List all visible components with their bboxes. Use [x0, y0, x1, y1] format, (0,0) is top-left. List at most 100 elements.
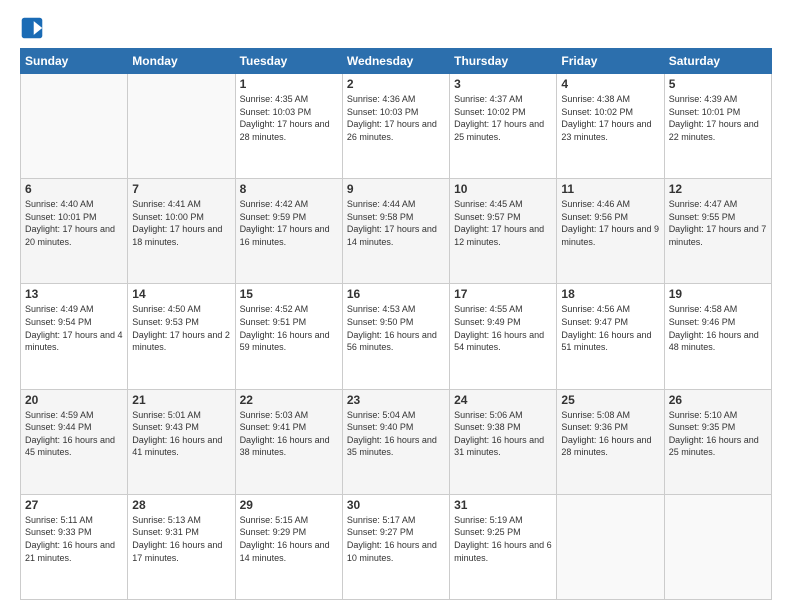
day-number: 20 [25, 393, 123, 407]
cell-info: Sunrise: 4:53 AM Sunset: 9:50 PM Dayligh… [347, 303, 445, 353]
calendar-header-wednesday: Wednesday [342, 49, 449, 74]
calendar-header-tuesday: Tuesday [235, 49, 342, 74]
calendar-cell: 4 Sunrise: 4:38 AM Sunset: 10:02 PM Dayli… [557, 74, 664, 179]
calendar-header-friday: Friday [557, 49, 664, 74]
cell-info: Sunrise: 5:04 AM Sunset: 9:40 PM Dayligh… [347, 409, 445, 459]
cell-info: Sunrise: 5:17 AM Sunset: 9:27 PM Dayligh… [347, 514, 445, 564]
day-number: 14 [132, 287, 230, 301]
calendar-cell: 16 Sunrise: 4:53 AM Sunset: 9:50 PM Dayli… [342, 284, 449, 389]
calendar-header-thursday: Thursday [450, 49, 557, 74]
calendar-cell: 9 Sunrise: 4:44 AM Sunset: 9:58 PM Daylig… [342, 179, 449, 284]
calendar-header-sunday: Sunday [21, 49, 128, 74]
calendar-cell: 17Sunrise: 4:55 AM Sunset: 9:49 PM Dayli… [450, 284, 557, 389]
cell-info: Sunrise: 4:35 AM Sunset: 10:03 PM Daylig… [240, 93, 338, 143]
calendar-cell: 8 Sunrise: 4:42 AM Sunset: 9:59 PM Daylig… [235, 179, 342, 284]
cell-info: Sunrise: 4:46 AM Sunset: 9:56 PM Dayligh… [561, 198, 659, 248]
day-number: 15 [240, 287, 338, 301]
cell-info: Sunrise: 4:41 AM Sunset: 10:00 PM Daylig… [132, 198, 230, 248]
calendar-header-row: SundayMondayTuesdayWednesdayThursdayFrid… [21, 49, 772, 74]
day-number: 19 [669, 287, 767, 301]
cell-info: Sunrise: 4:36 AM Sunset: 10:03 PM Daylig… [347, 93, 445, 143]
day-number: 10 [454, 182, 552, 196]
calendar-cell: 7 Sunrise: 4:41 AM Sunset: 10:00 PM Dayli… [128, 179, 235, 284]
day-number: 8 [240, 182, 338, 196]
calendar-cell: 24 Sunrise: 5:06 AM Sunset: 9:38 PM Dayli… [450, 389, 557, 494]
calendar-cell: 31 Sunrise: 5:19 AM Sunset: 9:25 PM Dayli… [450, 494, 557, 599]
calendar-cell [128, 74, 235, 179]
day-number: 9 [347, 182, 445, 196]
calendar-cell: 20 Sunrise: 4:59 AM Sunset: 9:44 PM Dayli… [21, 389, 128, 494]
day-number: 27 [25, 498, 123, 512]
calendar-cell: 12 Sunrise: 4:47 AM Sunset: 9:55 PM Dayli… [664, 179, 771, 284]
calendar-cell: 22 Sunrise: 5:03 AM Sunset: 9:41 PM Dayli… [235, 389, 342, 494]
cell-info: Sunrise: 5:11 AM Sunset: 9:33 PM Dayligh… [25, 514, 123, 564]
cell-info: Sunrise: 4:47 AM Sunset: 9:55 PM Dayligh… [669, 198, 767, 248]
cell-info: Sunrise: 4:58 AM Sunset: 9:46 PM Dayligh… [669, 303, 767, 353]
day-number: 5 [669, 77, 767, 91]
day-number: 18 [561, 287, 659, 301]
calendar-cell: 2 Sunrise: 4:36 AM Sunset: 10:03 PM Dayli… [342, 74, 449, 179]
day-number: 3 [454, 77, 552, 91]
day-number: 25 [561, 393, 659, 407]
day-number: 11 [561, 182, 659, 196]
calendar-cell: 30Sunrise: 5:17 AM Sunset: 9:27 PM Dayli… [342, 494, 449, 599]
calendar-cell: 21Sunrise: 5:01 AM Sunset: 9:43 PM Dayli… [128, 389, 235, 494]
day-number: 22 [240, 393, 338, 407]
cell-info: Sunrise: 4:59 AM Sunset: 9:44 PM Dayligh… [25, 409, 123, 459]
cell-info: Sunrise: 4:50 AM Sunset: 9:53 PM Dayligh… [132, 303, 230, 353]
calendar-cell: 25 Sunrise: 5:08 AM Sunset: 9:36 PM Dayli… [557, 389, 664, 494]
cell-info: Sunrise: 5:08 AM Sunset: 9:36 PM Dayligh… [561, 409, 659, 459]
calendar-cell: 6 Sunrise: 4:40 AM Sunset: 10:01 PM Dayli… [21, 179, 128, 284]
calendar-cell: 13Sunrise: 4:49 AM Sunset: 9:54 PM Dayli… [21, 284, 128, 389]
day-number: 2 [347, 77, 445, 91]
cell-info: Sunrise: 5:10 AM Sunset: 9:35 PM Dayligh… [669, 409, 767, 459]
day-number: 4 [561, 77, 659, 91]
cell-info: Sunrise: 4:40 AM Sunset: 10:01 PM Daylig… [25, 198, 123, 248]
cell-info: Sunrise: 5:06 AM Sunset: 9:38 PM Dayligh… [454, 409, 552, 459]
day-number: 1 [240, 77, 338, 91]
logo [20, 16, 48, 40]
calendar-cell: 1 Sunrise: 4:35 AM Sunset: 10:03 PM Dayli… [235, 74, 342, 179]
cell-info: Sunrise: 4:37 AM Sunset: 10:02 PM Daylig… [454, 93, 552, 143]
calendar-week-row: 6 Sunrise: 4:40 AM Sunset: 10:01 PM Dayli… [21, 179, 772, 284]
cell-info: Sunrise: 4:42 AM Sunset: 9:59 PM Dayligh… [240, 198, 338, 248]
day-number: 21 [132, 393, 230, 407]
calendar-week-row: 27 Sunrise: 5:11 AM Sunset: 9:33 PM Dayli… [21, 494, 772, 599]
logo-icon [20, 16, 44, 40]
cell-info: Sunrise: 5:13 AM Sunset: 9:31 PM Dayligh… [132, 514, 230, 564]
cell-info: Sunrise: 4:49 AM Sunset: 9:54 PM Dayligh… [25, 303, 123, 353]
day-number: 12 [669, 182, 767, 196]
calendar-cell: 27 Sunrise: 5:11 AM Sunset: 9:33 PM Dayli… [21, 494, 128, 599]
calendar-cell: 15 Sunrise: 4:52 AM Sunset: 9:51 PM Dayli… [235, 284, 342, 389]
day-number: 16 [347, 287, 445, 301]
day-number: 7 [132, 182, 230, 196]
header [20, 16, 772, 40]
calendar-cell: 10Sunrise: 4:45 AM Sunset: 9:57 PM Dayli… [450, 179, 557, 284]
calendar-cell: 29Sunrise: 5:15 AM Sunset: 9:29 PM Dayli… [235, 494, 342, 599]
calendar-week-row: 13Sunrise: 4:49 AM Sunset: 9:54 PM Dayli… [21, 284, 772, 389]
cell-info: Sunrise: 4:38 AM Sunset: 10:02 PM Daylig… [561, 93, 659, 143]
day-number: 23 [347, 393, 445, 407]
cell-info: Sunrise: 4:52 AM Sunset: 9:51 PM Dayligh… [240, 303, 338, 353]
calendar-cell: 28Sunrise: 5:13 AM Sunset: 9:31 PM Dayli… [128, 494, 235, 599]
day-number: 31 [454, 498, 552, 512]
day-number: 6 [25, 182, 123, 196]
cell-info: Sunrise: 5:03 AM Sunset: 9:41 PM Dayligh… [240, 409, 338, 459]
day-number: 24 [454, 393, 552, 407]
calendar-cell: 18Sunrise: 4:56 AM Sunset: 9:47 PM Dayli… [557, 284, 664, 389]
calendar-cell: 5 Sunrise: 4:39 AM Sunset: 10:01 PM Dayli… [664, 74, 771, 179]
page: SundayMondayTuesdayWednesdayThursdayFrid… [0, 0, 792, 612]
day-number: 26 [669, 393, 767, 407]
calendar-cell: 11 Sunrise: 4:46 AM Sunset: 9:56 PM Dayli… [557, 179, 664, 284]
cell-info: Sunrise: 5:19 AM Sunset: 9:25 PM Dayligh… [454, 514, 552, 564]
cell-info: Sunrise: 5:15 AM Sunset: 9:29 PM Dayligh… [240, 514, 338, 564]
calendar-cell: 26 Sunrise: 5:10 AM Sunset: 9:35 PM Dayli… [664, 389, 771, 494]
day-number: 17 [454, 287, 552, 301]
calendar-cell: 14 Sunrise: 4:50 AM Sunset: 9:53 PM Dayli… [128, 284, 235, 389]
cell-info: Sunrise: 4:39 AM Sunset: 10:01 PM Daylig… [669, 93, 767, 143]
calendar-cell [557, 494, 664, 599]
calendar-cell: 19 Sunrise: 4:58 AM Sunset: 9:46 PM Dayli… [664, 284, 771, 389]
cell-info: Sunrise: 4:44 AM Sunset: 9:58 PM Dayligh… [347, 198, 445, 248]
calendar-cell: 23 Sunrise: 5:04 AM Sunset: 9:40 PM Dayli… [342, 389, 449, 494]
calendar-cell [21, 74, 128, 179]
